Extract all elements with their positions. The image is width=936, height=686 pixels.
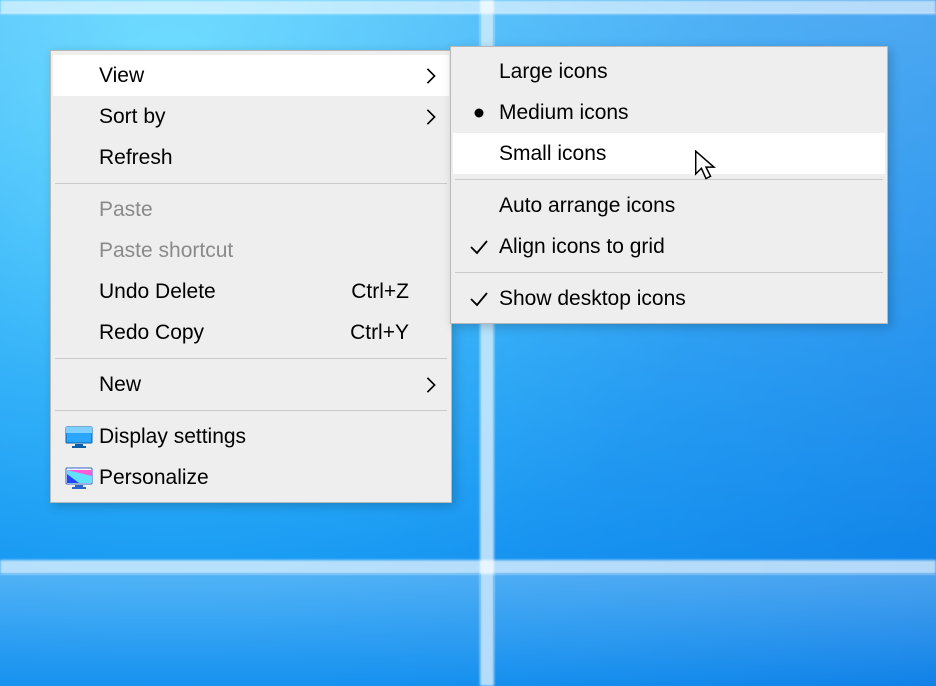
- menu-label: Show desktop icons: [499, 286, 873, 311]
- menu-item-auto-arrange-icons[interactable]: Auto arrange icons: [453, 185, 885, 226]
- menu-label: Large icons: [499, 59, 873, 84]
- menu-label: Medium icons: [499, 100, 873, 125]
- menu-label: Personalize: [99, 465, 415, 490]
- menu-label: Paste: [99, 197, 415, 222]
- chevron-right-icon: [415, 67, 437, 85]
- menu-item-new[interactable]: New: [53, 364, 449, 405]
- menu-separator: [455, 272, 883, 273]
- chevron-right-icon: [415, 108, 437, 126]
- menu-label: Refresh: [99, 145, 415, 170]
- view-submenu: Large icons Medium icons Small icons Aut…: [450, 46, 888, 324]
- check-on-icon: [459, 290, 499, 308]
- menu-item-medium-icons[interactable]: Medium icons: [453, 92, 885, 133]
- check-on-icon: [459, 238, 499, 256]
- menu-item-redo-copy[interactable]: Redo Copy Ctrl+Y: [53, 312, 449, 353]
- menu-item-show-desktop-icons[interactable]: Show desktop icons: [453, 278, 885, 319]
- menu-separator: [55, 358, 447, 359]
- menu-label: Display settings: [99, 424, 415, 449]
- menu-label: Sort by: [99, 104, 415, 129]
- menu-item-sort-by[interactable]: Sort by: [53, 96, 449, 137]
- menu-item-align-icons-to-grid[interactable]: Align icons to grid: [453, 226, 885, 267]
- menu-separator: [455, 179, 883, 180]
- menu-label: View: [99, 63, 415, 88]
- desktop-context-menu: View Sort by Refresh Paste Paste shortcu…: [50, 50, 452, 503]
- menu-label: Undo Delete: [99, 279, 351, 304]
- menu-label: Small icons: [499, 141, 873, 166]
- menu-item-paste-shortcut: Paste shortcut: [53, 230, 449, 271]
- menu-item-personalize[interactable]: Personalize: [53, 457, 449, 498]
- menu-shortcut: Ctrl+Y: [350, 321, 415, 345]
- menu-item-display-settings[interactable]: Display settings: [53, 416, 449, 457]
- menu-shortcut: Ctrl+Z: [351, 280, 415, 304]
- menu-label: Auto arrange icons: [499, 193, 873, 218]
- menu-item-undo-delete[interactable]: Undo Delete Ctrl+Z: [53, 271, 449, 312]
- display-settings-icon: [59, 425, 99, 449]
- menu-item-view[interactable]: View: [53, 55, 449, 96]
- menu-label: Redo Copy: [99, 320, 350, 345]
- menu-item-paste: Paste: [53, 189, 449, 230]
- menu-item-small-icons[interactable]: Small icons: [453, 133, 885, 174]
- menu-separator: [55, 410, 447, 411]
- menu-item-large-icons[interactable]: Large icons: [453, 51, 885, 92]
- chevron-right-icon: [415, 376, 437, 394]
- menu-label: Align icons to grid: [499, 234, 873, 259]
- radio-on-icon: [459, 107, 499, 119]
- menu-separator: [55, 183, 447, 184]
- menu-label: New: [99, 372, 415, 397]
- personalize-icon: [59, 466, 99, 490]
- menu-label: Paste shortcut: [99, 238, 415, 263]
- menu-item-refresh[interactable]: Refresh: [53, 137, 449, 178]
